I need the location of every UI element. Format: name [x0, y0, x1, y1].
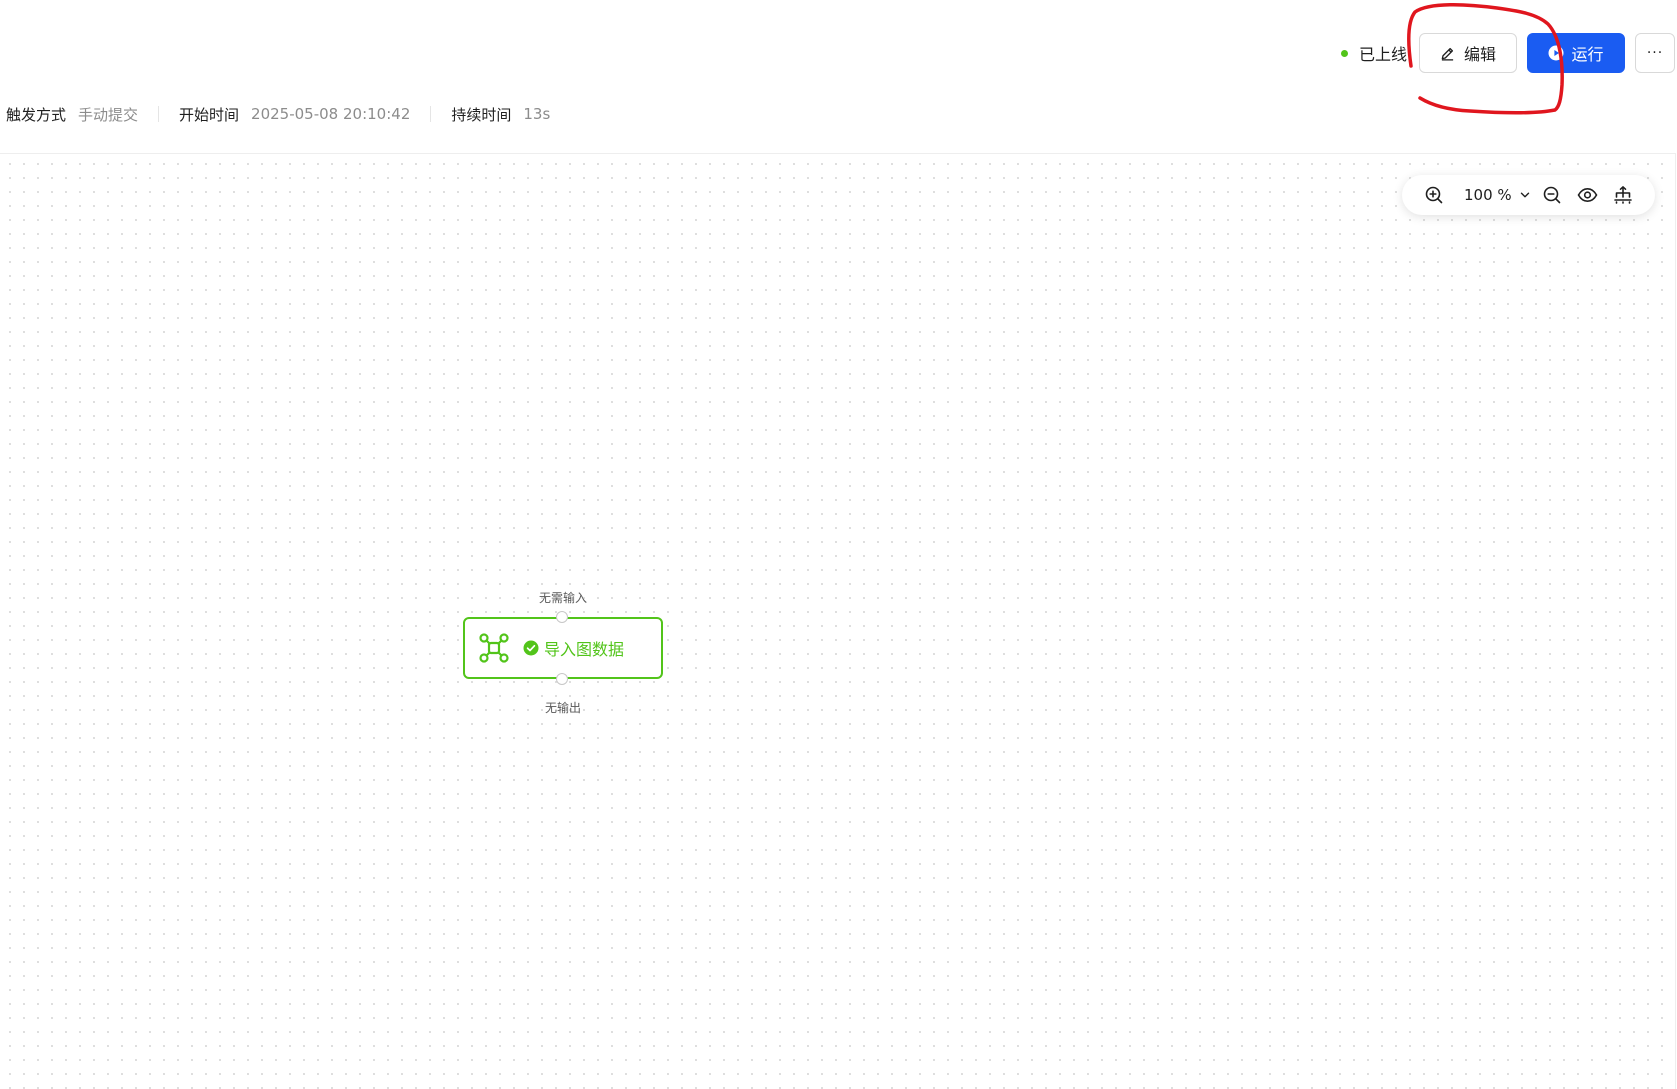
zoom-out-icon [1543, 186, 1560, 204]
zoom-out-button[interactable] [1542, 185, 1562, 205]
workflow-canvas[interactable]: 100 % 无需输入 导入图数据 无输出 [0, 153, 1676, 1089]
edit-button[interactable]: 编辑 [1419, 33, 1517, 73]
graph-nodes-icon [479, 633, 509, 663]
node-title: 导入图数据 [544, 640, 625, 659]
trigger-value: 手动提交 [78, 105, 139, 124]
start-time-value: 2025-05-08 20:10:42 [251, 105, 411, 123]
preview-button[interactable] [1577, 185, 1598, 205]
pencil-icon [1441, 47, 1454, 61]
run-button[interactable]: 运行 [1527, 33, 1625, 73]
status-label: 已上线 [1358, 45, 1407, 64]
play-circle-icon [1548, 45, 1564, 61]
zoom-toolbar: 100 % [1402, 175, 1655, 215]
run-info: 触发方式 手动提交 开始时间 2025-05-08 20:10:42 持续时间 … [6, 103, 550, 125]
auto-layout-button[interactable] [1613, 185, 1633, 205]
trigger-label: 触发方式 [6, 105, 67, 124]
node-output-label: 无输出 [544, 701, 581, 715]
header: 已上线 编辑 运行 ··· 触发方式 手动提交 开始时间 2025-05-08 … [0, 0, 1677, 150]
more-button[interactable]: ··· [1635, 33, 1675, 73]
auto-layout-icon [1613, 186, 1632, 204]
edit-button-label: 编辑 [1463, 45, 1496, 64]
zoom-level: 100 % [1464, 186, 1512, 204]
duration-label: 持续时间 [451, 105, 512, 124]
node-output-port[interactable] [556, 673, 568, 685]
node-input-label: 无需输入 [538, 591, 587, 605]
node-import-graph-data[interactable]: 导入图数据 [463, 617, 663, 679]
zoom-in-icon [1425, 186, 1443, 204]
node-input-port[interactable] [556, 611, 568, 623]
page: 已上线 编辑 运行 ··· 触发方式 手动提交 开始时间 2025-05-08 … [0, 0, 1677, 1089]
eye-icon [1577, 187, 1598, 203]
run-button-label: 运行 [1571, 45, 1604, 64]
online-status: 已上线 [1340, 41, 1407, 65]
more-icon: ··· [1646, 45, 1664, 61]
chevron-down-icon [1520, 192, 1529, 198]
divider [430, 106, 432, 122]
success-check-icon [523, 640, 539, 656]
start-time-label: 开始时间 [179, 105, 240, 124]
header-actions: 已上线 编辑 运行 ··· [1340, 33, 1675, 73]
duration-value: 13s [523, 105, 551, 123]
zoom-level-select[interactable]: 100 % [1464, 186, 1530, 204]
divider [158, 106, 160, 122]
zoom-in-button[interactable] [1424, 185, 1444, 205]
status-dot [1340, 49, 1348, 57]
